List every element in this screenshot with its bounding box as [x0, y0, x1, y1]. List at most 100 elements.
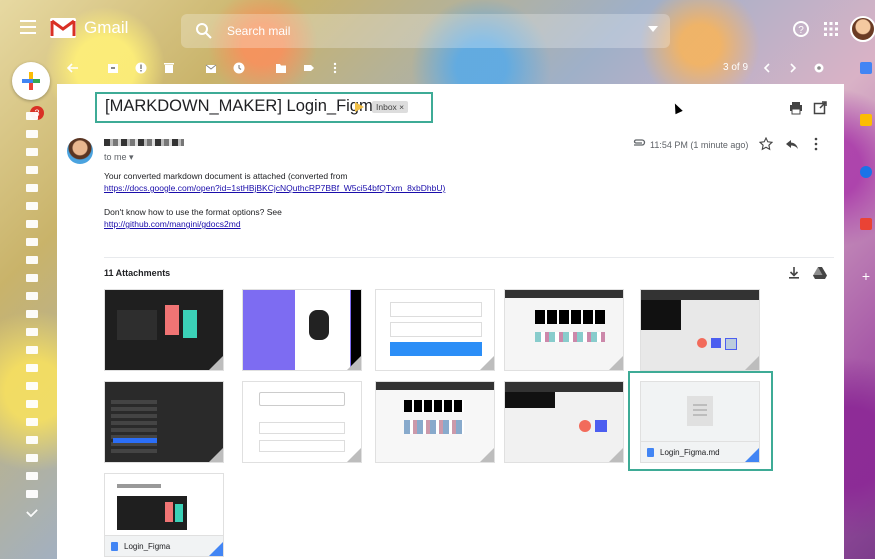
attachment-thumbnail[interactable] [104, 381, 224, 463]
message-body: Your converted markdown document is atta… [104, 170, 604, 230]
search-icon[interactable] [195, 22, 213, 40]
sender-avatar[interactable] [67, 138, 93, 164]
body-line-1: Your converted markdown document is atta… [104, 171, 348, 181]
keep-icon[interactable] [860, 114, 872, 126]
attachment-thumbnail[interactable] [242, 381, 362, 463]
account-avatar[interactable] [850, 16, 875, 42]
add-addon-icon[interactable]: + [860, 269, 872, 283]
nav-starred-icon[interactable] [26, 130, 38, 138]
nav-label-icon[interactable] [26, 400, 38, 408]
tasks-icon[interactable] [860, 166, 872, 178]
nav-inbox-icon[interactable] [26, 112, 38, 120]
attachment-thumbnail[interactable]: Login_Figma [104, 473, 224, 557]
open-new-window-icon[interactable] [813, 101, 827, 115]
nav-trash-icon[interactable] [26, 202, 38, 210]
search-options-icon[interactable] [648, 26, 658, 32]
mark-unread-icon[interactable] [205, 62, 217, 74]
attachments-divider [104, 257, 834, 258]
inbox-label-chip[interactable]: Inbox × [372, 101, 409, 113]
message-subject: [MARKDOWN_MAKER] Login_Figma [105, 97, 382, 115]
labels-icon[interactable] [303, 62, 315, 74]
message-view: [MARKDOWN_MAKER] Login_Figma Inbox × to … [57, 84, 844, 559]
file-corner-fold [209, 356, 223, 370]
back-arrow-icon[interactable] [67, 62, 79, 74]
search-bar[interactable]: Search mail [181, 14, 670, 48]
nav-expand-icon[interactable] [25, 505, 39, 518]
attachment-clip-icon [633, 139, 646, 146]
addon-icon[interactable] [860, 218, 872, 230]
message-toolbar: 3 of 9 [57, 58, 844, 80]
nav-label-icon[interactable] [26, 454, 38, 462]
attachment-highlight-box [628, 371, 773, 471]
drive-icon[interactable] [813, 266, 827, 280]
nav-drafts-icon[interactable] [26, 184, 38, 192]
move-to-icon[interactable] [275, 62, 287, 74]
nav-label-icon[interactable] [26, 472, 38, 480]
archive-icon[interactable] [107, 62, 119, 74]
mouse-cursor-icon [671, 101, 683, 115]
calendar-icon[interactable] [860, 62, 872, 74]
message-timestamp: 11:54 PM (1 minute ago) [650, 140, 749, 150]
body-line-2: Don't know how to use the format options… [104, 207, 282, 217]
attachment-thumbnail[interactable] [375, 381, 495, 463]
report-spam-icon[interactable] [135, 62, 147, 74]
nav-label-icon[interactable] [26, 382, 38, 390]
nav-label-icon[interactable] [26, 364, 38, 372]
file-corner-fold [609, 448, 623, 462]
nav-label-icon[interactable] [26, 292, 38, 300]
file-corner-fold [209, 448, 223, 462]
prev-icon[interactable] [761, 62, 773, 74]
delete-icon[interactable] [163, 62, 175, 74]
nav-label-icon[interactable] [26, 328, 38, 336]
attachments-title: 11 Attachments [104, 268, 171, 278]
pager-count: 3 of 9 [723, 62, 749, 73]
top-bar: Gmail Search mail ? [0, 0, 875, 58]
search-input[interactable]: Search mail [227, 24, 290, 38]
attachment-thumbnail[interactable] [504, 381, 624, 463]
help-icon[interactable]: ? [792, 20, 810, 38]
gdocs2md-link[interactable]: http://github.com/mangini/gdocs2md [104, 218, 604, 230]
sender-name-redacted[interactable] [104, 139, 184, 146]
attachment-thumbnail[interactable] [375, 289, 495, 371]
nav-label-icon[interactable] [26, 490, 38, 498]
recipient-line[interactable]: to me ▾ [104, 152, 134, 163]
nav-label-icon[interactable] [26, 310, 38, 318]
nav-label-icon[interactable] [26, 418, 38, 426]
download-all-icon[interactable] [787, 266, 801, 280]
attachment-thumbnail[interactable] [104, 289, 224, 371]
more-vert-icon[interactable] [813, 137, 819, 151]
file-corner-fold [745, 356, 759, 370]
nav-label-icon[interactable] [26, 436, 38, 444]
settings-icon[interactable] [813, 62, 825, 74]
nav-snoozed-icon[interactable] [26, 148, 38, 156]
nav-label-icon[interactable] [26, 274, 38, 282]
menu-icon[interactable] [20, 20, 36, 34]
file-corner-fold [480, 448, 494, 462]
nav-label-icon[interactable] [26, 346, 38, 354]
side-panel-rail: + [857, 62, 875, 322]
star-icon[interactable] [759, 137, 773, 151]
reply-icon[interactable] [785, 137, 799, 151]
doc-icon [111, 541, 118, 551]
gmail-logo[interactable]: Gmail [50, 17, 128, 39]
print-icon[interactable] [789, 101, 803, 115]
next-icon[interactable] [787, 62, 799, 74]
nav-label-icon[interactable] [26, 220, 38, 228]
more-vert-icon[interactable] [333, 62, 337, 74]
file-corner-fold [609, 356, 623, 370]
file-corner-fold [480, 356, 494, 370]
attachment-thumbnail[interactable] [504, 289, 624, 371]
file-corner-fold [347, 448, 361, 462]
important-marker-icon[interactable] [355, 102, 364, 112]
attachment-thumbnail[interactable] [640, 289, 760, 371]
nav-label-icon[interactable] [26, 256, 38, 264]
nav-sent-icon[interactable] [26, 166, 38, 174]
file-label-bar: Login_Figma [105, 535, 223, 556]
nav-label-icon[interactable] [26, 238, 38, 246]
apps-icon[interactable] [822, 20, 840, 38]
attachment-thumbnail[interactable] [242, 289, 362, 371]
compose-button[interactable] [12, 62, 50, 100]
snooze-icon[interactable] [233, 62, 245, 74]
converted-doc-link[interactable]: https://docs.google.com/open?id=1stHBjBK… [104, 182, 604, 194]
app-name: Gmail [84, 18, 129, 37]
